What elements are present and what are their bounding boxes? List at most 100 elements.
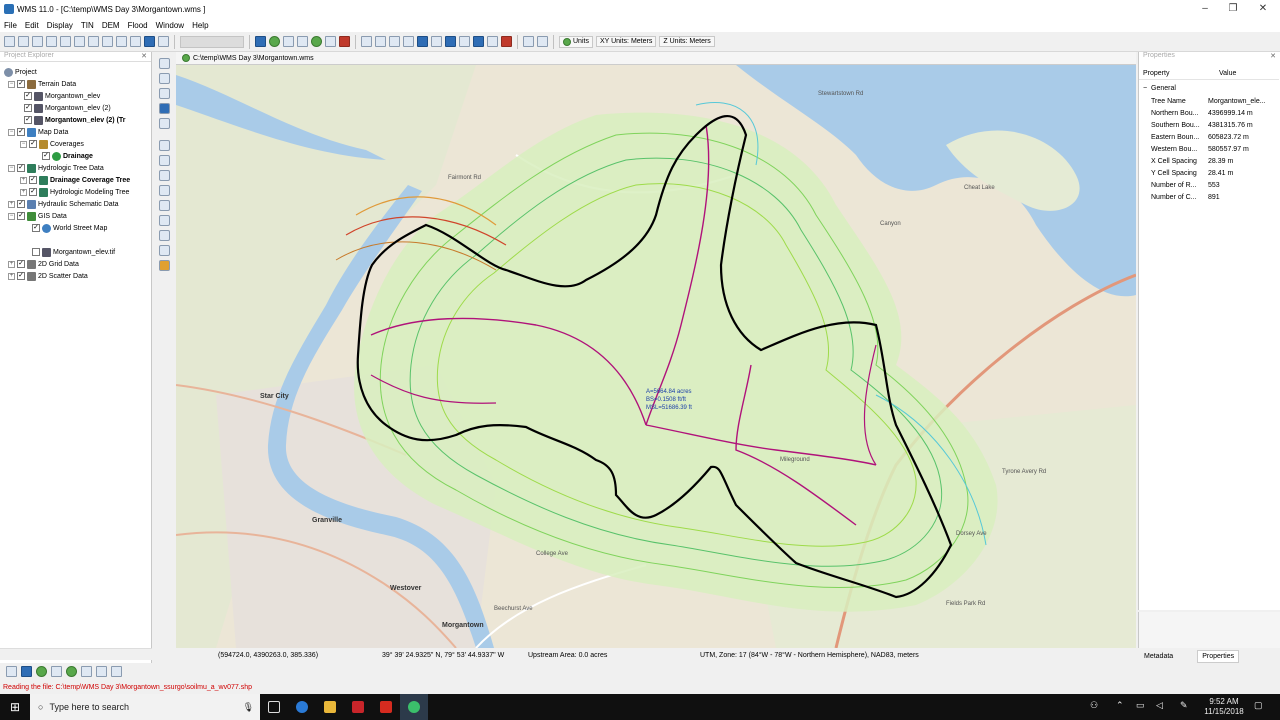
checkbox[interactable]: ✓ (17, 212, 25, 220)
tab-properties[interactable]: Properties (1197, 649, 1240, 663)
tab-metadata[interactable]: Metadata (1140, 651, 1177, 662)
collapse-icon[interactable]: − (8, 212, 15, 220)
tool-icon[interactable] (159, 215, 170, 226)
clock-date[interactable]: 11/15/2018 (1202, 707, 1246, 716)
tree-item-modeling-tree[interactable]: + ✓ Hydrologic Modeling Tree (20, 186, 129, 198)
map-tab[interactable]: C:\temp\WMS Day 3\Morgantown.wms (176, 52, 1136, 65)
menu-display[interactable]: Display (47, 21, 73, 30)
tool-icon[interactable] (159, 260, 170, 271)
network-icon[interactable]: ▭ (1136, 700, 1145, 711)
tree-item-drainage-tree[interactable]: + ✓ Drainage Coverage Tree (20, 174, 130, 186)
gis-module-icon[interactable] (311, 36, 322, 47)
tool-icon[interactable] (159, 230, 170, 241)
tree-item-dem[interactable]: ✓ Morgantown_elev (2) (24, 102, 111, 114)
collapse-icon[interactable]: − (8, 80, 15, 88)
property-row[interactable]: Northern Bou... 4396999.14 m (1139, 107, 1279, 119)
module-selector[interactable] (180, 35, 244, 48)
checkbox[interactable]: ✓ (42, 152, 50, 160)
save-icon[interactable] (32, 36, 43, 47)
tool-icon[interactable] (389, 36, 400, 47)
create-node-icon[interactable] (159, 170, 170, 181)
refresh-icon[interactable] (158, 36, 169, 47)
tool-icon[interactable] (523, 36, 534, 47)
tool-icon[interactable] (459, 36, 470, 47)
tool-icon[interactable] (81, 666, 92, 677)
menu-file[interactable]: File (4, 21, 17, 30)
tool-icon[interactable] (51, 666, 62, 677)
frame-icon[interactable] (159, 103, 170, 114)
app-r-button[interactable] (344, 694, 372, 720)
checkbox[interactable]: ✓ (29, 140, 37, 148)
property-group[interactable]: − General (1139, 82, 1279, 94)
menu-tin[interactable]: TIN (81, 21, 94, 30)
property-row[interactable]: Y Cell Spacing 28.41 m (1139, 167, 1279, 179)
grid-module-icon[interactable] (325, 36, 336, 47)
minimize-button[interactable]: – (1190, 0, 1220, 18)
checkbox[interactable]: ✓ (17, 80, 25, 88)
tree-item-coverages[interactable]: − ✓ Coverages (20, 138, 84, 150)
property-row[interactable]: Southern Bou... 4381315.76 m (1139, 119, 1279, 131)
wms-button[interactable] (400, 694, 428, 720)
tool-icon[interactable] (487, 36, 498, 47)
tool-icon[interactable] (159, 245, 170, 256)
print-icon[interactable] (46, 36, 57, 47)
tree-item-project[interactable]: Project (4, 66, 37, 78)
checkbox[interactable]: ✓ (29, 188, 37, 196)
checkbox[interactable]: ✓ (17, 128, 25, 136)
pen-icon[interactable]: ✎ (1180, 700, 1188, 711)
tree-item-map[interactable]: − ✓ Map Data (8, 126, 68, 138)
checkbox[interactable] (32, 248, 40, 256)
expand-icon[interactable]: + (20, 188, 27, 196)
tool-icon[interactable] (96, 666, 107, 677)
tool-icon[interactable] (537, 36, 548, 47)
select-feature-icon[interactable] (159, 140, 170, 151)
tool-icon[interactable] (111, 666, 122, 677)
volume-icon[interactable]: ◁ (1156, 700, 1163, 711)
checkbox[interactable]: ✓ (24, 116, 32, 124)
zoom-icon[interactable] (159, 73, 170, 84)
property-row[interactable]: Western Bou... 580557.97 m (1139, 143, 1279, 155)
map-module-icon[interactable] (283, 36, 294, 47)
notifications-icon[interactable]: ▢ (1254, 700, 1263, 711)
tool-icon[interactable] (417, 36, 428, 47)
collapse-icon[interactable]: − (8, 164, 15, 172)
property-row[interactable]: Tree Name Morgantown_ele... (1139, 95, 1279, 107)
rotate-icon[interactable] (159, 88, 170, 99)
tool-icon[interactable] (473, 36, 484, 47)
tree-item-drainage[interactable]: ✓ Drainage (42, 150, 93, 162)
layer-icon[interactable] (116, 36, 127, 47)
xy-units-button[interactable]: XY Units: Meters (595, 36, 657, 47)
acrobat-button[interactable] (372, 694, 400, 720)
checkbox[interactable]: ✓ (17, 260, 25, 268)
open-icon[interactable] (18, 36, 29, 47)
drainage-module-icon[interactable] (255, 36, 266, 47)
checkbox[interactable]: ✓ (17, 200, 25, 208)
tree-item-2d-grid[interactable]: + ✓ 2D Grid Data (8, 258, 79, 270)
tool-icon[interactable] (375, 36, 386, 47)
new-icon[interactable] (4, 36, 15, 47)
property-row[interactable]: X Cell Spacing 28.39 m (1139, 155, 1279, 167)
gis-icon[interactable] (130, 36, 141, 47)
checkbox[interactable]: ✓ (32, 224, 40, 232)
close-icon[interactable]: ✕ (1270, 52, 1276, 60)
frame-icon[interactable] (60, 36, 71, 47)
tree-item-hydro-tree[interactable]: − ✓ Hydrologic Tree Data (8, 162, 104, 174)
checkbox[interactable]: ✓ (24, 104, 32, 112)
tree-item-dem-active[interactable]: ✓ Morgantown_elev (2) (Tr (24, 114, 126, 126)
tree-item-tif[interactable]: Morgantown_elev.tif (32, 246, 115, 258)
maximize-button[interactable]: ❐ (1218, 0, 1248, 18)
tree-item-dem[interactable]: ✓ Morgantown_elev (24, 90, 100, 102)
info-icon[interactable] (144, 36, 155, 47)
expand-icon[interactable]: + (8, 260, 15, 268)
expand-icon[interactable]: + (8, 272, 15, 280)
close-icon[interactable]: ✕ (141, 52, 147, 60)
property-row[interactable]: Number of R... 553 (1139, 179, 1279, 191)
tool-icon[interactable] (361, 36, 372, 47)
river-module-icon[interactable] (339, 36, 350, 47)
create-vertex-icon[interactable] (159, 185, 170, 196)
property-row[interactable]: Eastern Boun... 605823.72 m (1139, 131, 1279, 143)
start-button[interactable]: ⊞ (0, 694, 30, 720)
tool-icon[interactable] (66, 666, 77, 677)
map-view[interactable]: A=5664.84 acres BS=0.1508 ft/ft MSL=5168… (176, 65, 1136, 648)
close-button[interactable]: ✕ (1248, 0, 1278, 18)
